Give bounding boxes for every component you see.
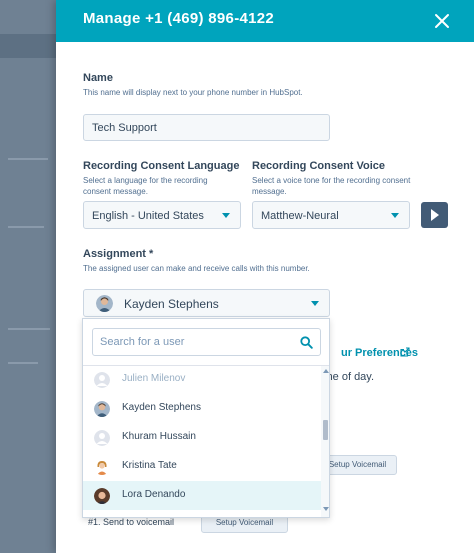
user-option-name: Kristina Tate — [122, 460, 177, 471]
scroll-up-icon[interactable] — [323, 369, 329, 373]
user-option-lora-denando[interactable]: Lora Denando — [83, 481, 321, 510]
recording-language-label: Recording Consent Language — [83, 160, 240, 172]
background-line — [8, 362, 38, 364]
user-option-khuram-hussain[interactable]: Khuram Hussain — [83, 423, 321, 452]
recording-voice-label: Recording Consent Voice — [252, 160, 386, 172]
user-option-julien-milenov[interactable]: Julien Milenov — [83, 365, 321, 394]
background-band — [0, 34, 56, 58]
background-app — [0, 0, 56, 553]
assignment-label: Assignment * — [83, 248, 154, 260]
avatar — [94, 488, 110, 504]
avatar — [94, 517, 110, 518]
chevron-down-icon — [391, 213, 399, 218]
search-icon[interactable] — [300, 336, 313, 349]
panel-title: Manage +1 (469) 896-4122 — [83, 10, 275, 27]
avatar — [94, 459, 110, 475]
user-option-name: Khuram Hussain — [122, 431, 196, 442]
background-line — [8, 328, 50, 330]
avatar — [94, 401, 110, 417]
user-option-kristina-tate[interactable]: Kristina Tate — [83, 452, 321, 481]
avatar — [94, 430, 110, 446]
background-line — [8, 226, 44, 228]
manage-number-panel: Manage +1 (469) 896-4122 Name This name … — [56, 0, 474, 553]
name-input[interactable] — [83, 114, 330, 141]
scrollbar[interactable] — [321, 366, 329, 517]
user-search-input[interactable] — [92, 328, 321, 356]
user-option-name: Julien Milenov — [122, 373, 186, 384]
recording-voice-help: Select a voice tone for the recording co… — [252, 176, 411, 196]
user-option-name: Kayden Stephens — [122, 402, 201, 413]
user-dropdown: Julien Milenov Kayden Stephens Khuram Hu… — [82, 318, 330, 518]
send-to-voicemail-text: #1. Send to voicemail — [88, 517, 175, 527]
play-voice-button[interactable] — [421, 202, 448, 228]
user-option-kayden-stephens[interactable]: Kayden Stephens — [83, 394, 321, 423]
recording-language-help: Select a language for the recording cons… — [83, 176, 208, 196]
user-option-partial[interactable] — [83, 510, 321, 518]
assignment-help: The assigned user can make and receive c… — [83, 264, 310, 273]
panel-header: Manage +1 (469) 896-4122 — [56, 0, 474, 42]
name-label: Name — [83, 72, 113, 84]
background-line — [8, 158, 48, 160]
chevron-down-icon — [311, 301, 319, 306]
avatar — [94, 372, 110, 388]
user-option-name: Lora Denando — [122, 489, 186, 500]
recording-language-select[interactable]: English - United States — [83, 201, 241, 229]
name-help-text: This name will display next to your phon… — [83, 88, 303, 97]
scroll-down-icon[interactable] — [323, 507, 329, 511]
external-link-icon — [400, 347, 410, 357]
assignment-value: Kayden Stephens — [124, 297, 219, 311]
chevron-down-icon — [222, 213, 230, 218]
scrollbar-thumb[interactable] — [323, 420, 328, 440]
recording-voice-value: Matthew-Neural — [261, 210, 339, 222]
close-icon[interactable] — [432, 11, 452, 31]
avatar — [96, 295, 113, 312]
assignment-select[interactable]: Kayden Stephens — [83, 289, 330, 317]
play-icon — [431, 209, 439, 221]
recording-language-value: English - United States — [92, 210, 204, 222]
recording-voice-select[interactable]: Matthew-Neural — [252, 201, 410, 229]
